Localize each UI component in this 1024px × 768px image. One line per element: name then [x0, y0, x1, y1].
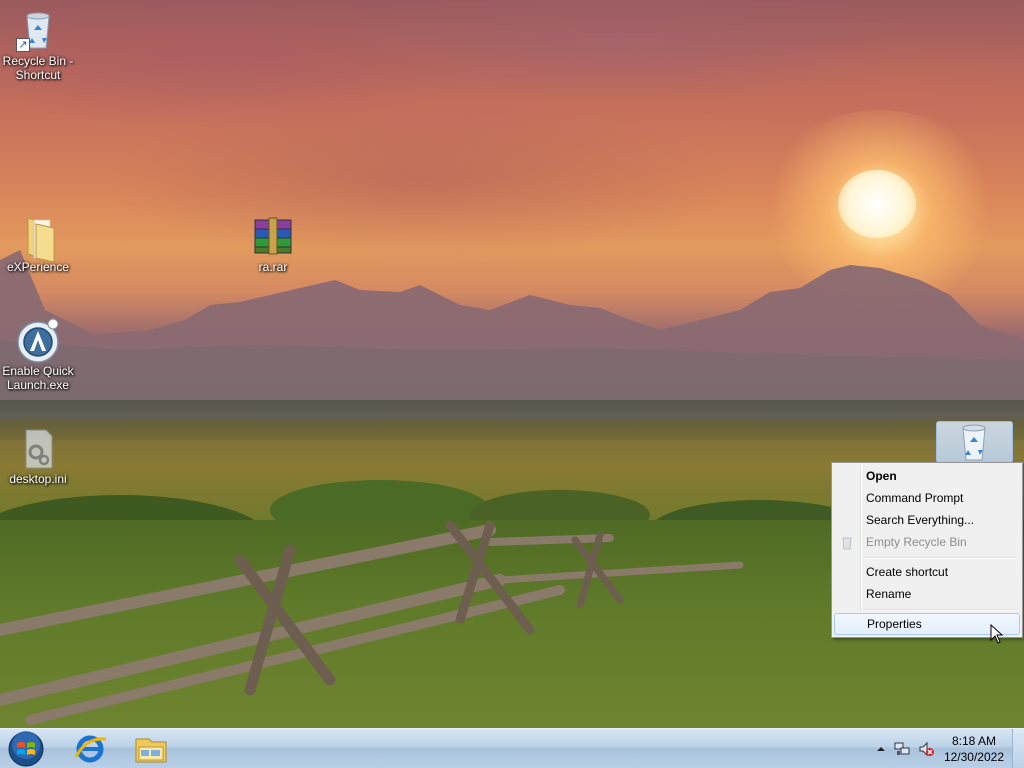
desktop-icon-recycle-bin-shortcut[interactable]: ↗ Recycle Bin - Shortcut — [0, 8, 76, 82]
mouse-pointer-icon — [990, 624, 1004, 644]
menu-item-open[interactable]: Open — [834, 465, 1020, 487]
desktop-icon-experience[interactable]: eXPerience — [0, 214, 76, 274]
menu-item-create-shortcut[interactable]: Create shortcut — [834, 561, 1020, 583]
icon-label: eXPerience — [6, 260, 70, 274]
taskbar-internet-explorer[interactable] — [62, 731, 118, 767]
internet-explorer-icon — [74, 735, 107, 763]
mountain-range — [0, 250, 1024, 420]
sun — [838, 170, 916, 238]
icon-label: Recycle Bin - Shortcut — [2, 54, 74, 82]
desktop-icon-ra-rar[interactable]: ra.rar — [235, 214, 311, 274]
volume-muted-icon[interactable] — [918, 741, 934, 757]
menu-item-label: Empty Recycle Bin — [866, 535, 967, 549]
taskbar: 8:18 AM 12/30/2022 — [0, 728, 1024, 768]
wooden-fence — [0, 520, 744, 725]
taskbar-windows-explorer[interactable] — [123, 731, 179, 767]
menu-separator — [864, 609, 1018, 611]
menu-item-rename[interactable]: Rename — [834, 583, 1020, 605]
start-button[interactable] — [6, 730, 46, 768]
recycle-bin-icon — [962, 424, 986, 461]
icon-label: desktop.ini — [9, 472, 67, 486]
system-clock[interactable]: 8:18 AM 12/30/2022 — [944, 733, 1004, 765]
windows-explorer-icon — [135, 738, 167, 763]
folder-icon — [16, 214, 60, 263]
notification-area: 8:18 AM 12/30/2022 — [864, 729, 1024, 768]
menu-item-search-everything[interactable]: Search Everything... — [834, 509, 1020, 531]
show-desktop-button[interactable] — [1012, 729, 1024, 768]
network-icon[interactable] — [894, 741, 910, 757]
menu-separator — [864, 557, 1018, 559]
treeline — [0, 400, 1024, 440]
clock-date: 12/30/2022 — [943, 750, 1004, 764]
desktop-icon-enable-quick-launch[interactable]: Enable Quick Launch.exe — [0, 318, 76, 392]
shortcut-arrow-icon: ↗ — [16, 38, 30, 52]
icon-label: ra.rar — [258, 260, 288, 274]
recycle-bin-icon: ↗ — [16, 8, 60, 52]
desktop-icon-desktop-ini[interactable]: desktop.ini — [0, 426, 76, 486]
winrar-archive-icon — [251, 214, 295, 258]
desktop-icon-recycle-bin[interactable] — [936, 421, 1013, 463]
settings-file-icon — [16, 426, 60, 470]
icon-label: Enable Quick Launch.exe — [2, 364, 74, 392]
menu-item-empty-recycle-bin[interactable]: Empty Recycle Bin — [834, 531, 1020, 553]
empty-recycle-bin-icon — [840, 535, 854, 550]
show-hidden-icons-arrow-icon[interactable] — [876, 744, 886, 754]
autoit-icon — [16, 318, 60, 363]
menu-item-command-prompt[interactable]: Command Prompt — [834, 487, 1020, 509]
start-orb-icon — [8, 731, 44, 767]
clock-time: 8:18 AM — [951, 734, 996, 748]
recycle-bin-context-menu: Open Command Prompt Search Everything...… — [831, 462, 1023, 638]
